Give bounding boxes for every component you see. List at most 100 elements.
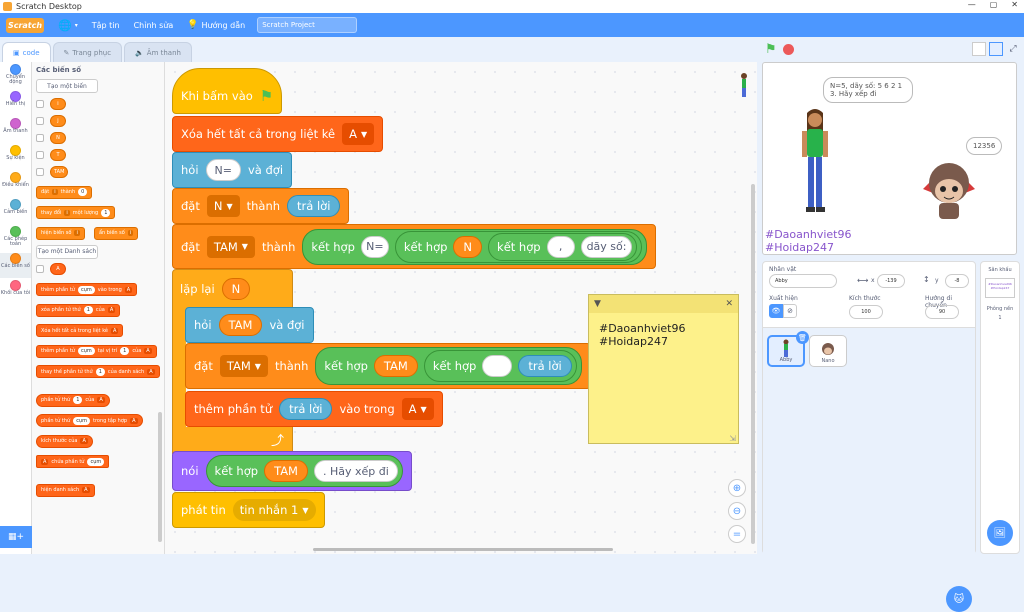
category-variables[interactable]: Các biến số xyxy=(0,253,31,278)
join-reporter[interactable]: kết hợp , dãy số: xyxy=(488,232,638,261)
block-text-input[interactable]: . Hãy xếp đi xyxy=(313,460,398,482)
choose-sprite-button[interactable]: 🐱 xyxy=(946,586,972,612)
close-icon[interactable]: ✕ xyxy=(725,299,733,309)
block-dropdown[interactable]: A xyxy=(41,458,49,465)
delete-all-of-list-block[interactable]: Xóa hết tất cả trong liệt kê A ▼ xyxy=(172,116,384,152)
item-of-list-block[interactable]: phần tử thứ 1 của A xyxy=(36,393,110,407)
block-dropdown[interactable]: A xyxy=(82,487,90,493)
category-looks[interactable]: Hiển thị xyxy=(0,91,31,116)
variable-dropdown[interactable]: N ▼ xyxy=(206,195,240,217)
block-dropdown[interactable]: i xyxy=(64,209,70,216)
horizontal-scrollbar[interactable] xyxy=(313,548,613,551)
normal-stage-icon[interactable] xyxy=(989,42,1003,56)
variable-reporter[interactable]: N xyxy=(221,278,251,300)
variable-reporter[interactable]: TAM xyxy=(264,460,308,482)
block-input[interactable]: 1 xyxy=(83,306,93,314)
variable-reporter[interactable]: TAM xyxy=(218,314,263,336)
set-variable-block[interactable]: đặt TAM ▼ thành kết hợp TAM kết hợp trả l… xyxy=(185,343,591,389)
join-reporter[interactable]: kết hợp N kết hợp , dãy số: xyxy=(394,230,643,263)
show-sprite-icon[interactable]: 👁 xyxy=(769,304,783,318)
replace-item-block[interactable]: thay thế phần tử thứ 1 của danh sách A xyxy=(36,365,160,378)
edit-menu[interactable]: Chỉnh sửa xyxy=(134,21,174,30)
maximize-button[interactable]: ▢ xyxy=(990,0,998,9)
join-reporter[interactable]: kết hợp N= kết hợp N kết hợp , dãy số: xyxy=(302,228,648,265)
variable-reporter[interactable]: N xyxy=(453,235,483,258)
block-dropdown[interactable]: A xyxy=(80,438,88,444)
block-dropdown[interactable]: A xyxy=(124,286,133,293)
join-reporter[interactable]: kết hợp TAM kết hợp trả lời xyxy=(315,347,582,385)
variable-checkbox[interactable] xyxy=(36,116,44,125)
hide-variable-block[interactable]: ẩn biến số i xyxy=(93,226,139,240)
block-text-input[interactable] xyxy=(482,355,513,377)
set-variable-block[interactable]: đặt TAM ▼ thành kết hợp N= kết hợp N kết … xyxy=(172,224,657,269)
fullscreen-icon[interactable]: ⤢ xyxy=(1006,42,1020,56)
variable-reporter[interactable]: i xyxy=(50,97,66,110)
block-input[interactable]: 1 xyxy=(101,208,111,217)
list-checkbox[interactable] xyxy=(36,265,44,273)
comment-text[interactable]: #Daoanhviet96 #Hoidap247 xyxy=(589,313,738,357)
block-input[interactable]: cụm xyxy=(87,457,105,466)
message-dropdown[interactable]: tin nhắn 1 ▼ xyxy=(232,499,316,521)
change-variable-block[interactable]: thay đổi i một lượng 1 xyxy=(36,206,116,219)
variable-checkbox[interactable] xyxy=(36,167,44,176)
resize-handle-icon[interactable]: ⇲ xyxy=(729,434,736,443)
block-input[interactable]: 1 xyxy=(120,347,130,355)
variable-reporter[interactable]: TAM xyxy=(373,355,418,377)
block-dropdown[interactable]: A xyxy=(97,397,105,403)
insert-item-block[interactable]: thêm phần tử cụm tại vị trí 1 của A xyxy=(36,344,157,358)
set-variable-block[interactable]: đặt N ▼ thành trả lời xyxy=(172,188,350,224)
hide-sprite-icon[interactable]: ⊘ xyxy=(783,304,797,318)
comment-note[interactable]: ▼ ✕ #Daoanhviet96 #Hoidap247 ⇲ xyxy=(588,294,739,444)
block-input[interactable]: cụm xyxy=(73,416,90,425)
list-dropdown[interactable]: A ▼ xyxy=(342,123,375,145)
list-dropdown[interactable]: A ▼ xyxy=(401,398,434,420)
block-text-input[interactable]: N= xyxy=(205,159,241,181)
stop-icon[interactable] xyxy=(782,43,794,55)
tab-sounds[interactable]: 🔈 Âm thanh xyxy=(124,42,192,62)
scratch-logo[interactable]: Scratch xyxy=(6,17,44,33)
tab-code[interactable]: ▣ code xyxy=(2,42,51,62)
tab-costumes[interactable]: ✎ Trang phục xyxy=(52,42,123,62)
block-dropdown[interactable]: A xyxy=(111,327,119,334)
category-myblocks[interactable]: Khối của tôi xyxy=(0,280,31,305)
stage-selector[interactable]: Sân khấu #Daoanhviet96 #Hoidap247 Phông n… xyxy=(980,261,1020,554)
make-list-button[interactable]: Tạo một Danh sách xyxy=(36,244,98,259)
list-reporter[interactable]: A xyxy=(50,263,66,275)
category-operators[interactable]: Các phép toán xyxy=(0,226,31,251)
y-position-input[interactable]: -8 xyxy=(945,274,969,288)
collapse-triangle-icon[interactable]: ▼ xyxy=(594,299,601,309)
set-variable-block[interactable]: đặt i thành 0 xyxy=(36,185,93,199)
block-dropdown[interactable]: i xyxy=(127,230,134,236)
answer-reporter[interactable]: trả lời xyxy=(279,398,333,420)
green-flag-icon[interactable]: ⚑ xyxy=(765,42,777,57)
size-input[interactable]: 100 xyxy=(849,305,883,319)
block-text-input[interactable]: N= xyxy=(360,235,389,258)
block-input[interactable]: 0 xyxy=(78,188,88,196)
backdrop-thumbnail[interactable]: #Daoanhviet96 #Hoidap247 xyxy=(985,278,1015,298)
sprite-name-input[interactable]: Abby xyxy=(769,274,837,288)
broadcast-block[interactable]: phát tin tin nhắn 1 ▼ xyxy=(172,492,325,528)
variable-checkbox[interactable] xyxy=(36,133,44,142)
answer-reporter[interactable]: trả lời xyxy=(287,195,341,217)
block-input[interactable]: 1 xyxy=(95,367,105,376)
variable-checkbox[interactable] xyxy=(36,150,44,159)
zoom-in-button[interactable]: ⊕ xyxy=(728,479,746,497)
small-stage-icon[interactable] xyxy=(972,42,986,56)
category-control[interactable]: Điều khiển xyxy=(0,172,31,197)
category-sensing[interactable]: Cảm biến xyxy=(0,199,31,224)
choose-backdrop-button[interactable]: 🖼 xyxy=(987,520,1013,546)
block-dropdown[interactable]: A xyxy=(107,307,116,313)
ask-and-wait-block[interactable]: hỏi N= và đợi xyxy=(172,152,293,188)
comment-header[interactable]: ▼ ✕ xyxy=(589,295,738,313)
code-workspace[interactable]: ⤴ Khi bấm vào ⚑ Xóa hết tất cả trong liệt… xyxy=(165,62,757,554)
block-text-input[interactable]: dãy số: xyxy=(580,235,633,258)
add-extension-button[interactable]: ▦+ xyxy=(0,526,32,548)
block-dropdown[interactable]: i xyxy=(74,230,80,236)
sprite-thumb-nano[interactable]: Nano xyxy=(809,335,847,367)
block-text-input[interactable]: , xyxy=(546,235,575,258)
zoom-out-button[interactable]: ⊖ xyxy=(728,502,746,520)
delete-item-block[interactable]: xóa phần tử thứ 1 của A xyxy=(36,303,121,317)
project-title-input[interactable]: Scratch Project xyxy=(257,17,358,33)
block-dropdown[interactable]: i xyxy=(52,189,58,195)
variable-reporter[interactable]: T xyxy=(50,148,66,161)
